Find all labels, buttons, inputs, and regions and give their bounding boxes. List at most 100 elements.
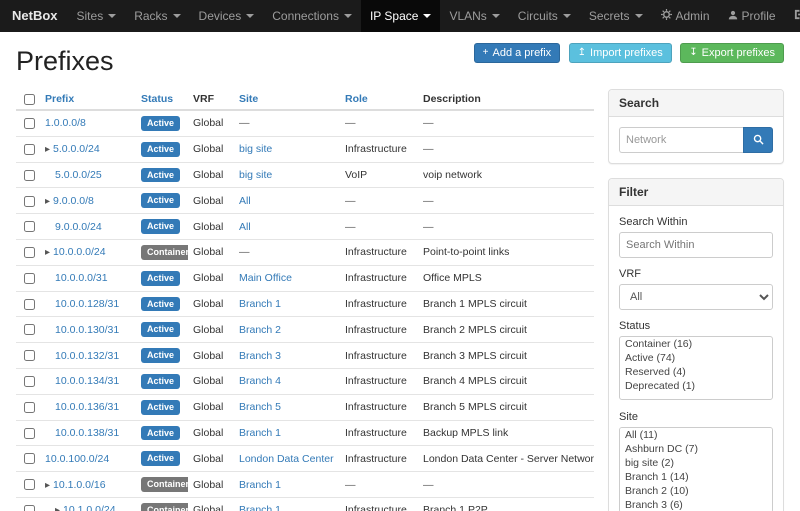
site-link[interactable]: London Data Center	[239, 453, 334, 465]
vrf-cell: Global	[188, 472, 234, 498]
prefix-link[interactable]: 1.0.0.0/8	[45, 117, 86, 129]
table-row: ▸10.0.0.0/24ContainerGlobal—Infrastructu…	[16, 239, 594, 265]
row-checkbox[interactable]	[24, 453, 35, 464]
chevron-down-icon	[635, 14, 643, 18]
search-input[interactable]	[619, 127, 743, 153]
prefix-link[interactable]: 10.1.0.0/16	[53, 479, 106, 491]
vrf-cell: Global	[188, 291, 234, 317]
status-badge: Active	[141, 374, 180, 389]
prefix-table-body: 1.0.0.0/8ActiveGlobal——— ▸5.0.0.0/24 Activ…	[16, 110, 594, 511]
site-link[interactable]: big site	[239, 143, 272, 155]
app-brand[interactable]: NetBox	[10, 0, 68, 32]
site-link[interactable]: Branch 5	[239, 401, 281, 413]
prefix-link[interactable]: 10.0.0.136/31	[55, 401, 119, 413]
site-link[interactable]: Branch 1	[239, 504, 281, 511]
nav-item-connections[interactable]: Connections	[263, 0, 361, 32]
nav-item-secrets[interactable]: Secrets	[580, 0, 652, 32]
chevron-down-icon	[108, 14, 116, 18]
profile-link[interactable]: Profile	[719, 0, 785, 32]
row-checkbox[interactable]	[24, 273, 35, 284]
site-link[interactable]: All	[239, 221, 251, 233]
navbar-menu: SitesRacksDevicesConnectionsIP SpaceVLAN…	[68, 0, 652, 32]
row-checkbox[interactable]	[24, 247, 35, 258]
nav-item-devices[interactable]: Devices	[190, 0, 264, 32]
prefix-link[interactable]: 5.0.0.0/24	[53, 143, 100, 155]
table-row: ▸10.1.0.0/16ContainerGlobalBranch 1——	[16, 472, 594, 498]
site-link[interactable]: Branch 2	[239, 324, 281, 336]
description-cell: voip network	[418, 162, 594, 188]
prefix-link[interactable]: 10.0.0.138/31	[55, 427, 119, 439]
site-link[interactable]: Main Office	[239, 272, 292, 284]
site-link[interactable]: Branch 1	[239, 427, 281, 439]
table-row: 1.0.0.0/8ActiveGlobal———	[16, 110, 594, 136]
row-checkbox[interactable]	[24, 118, 35, 129]
site-link[interactable]: Branch 4	[239, 375, 281, 387]
row-checkbox[interactable]	[24, 350, 35, 361]
filter-multiselect-site[interactable]: All (11)Ashburn DC (7)big site (2)Branch…	[619, 427, 773, 511]
prefix-link[interactable]: 10.0.0.128/31	[55, 298, 119, 310]
role-cell: VoIP	[340, 162, 418, 188]
description-cell: Point-to-point links	[418, 239, 594, 265]
vrf-cell: Global	[188, 394, 234, 420]
row-checkbox[interactable]	[24, 324, 35, 335]
prefix-link[interactable]: 10.1.0.0/24	[63, 504, 116, 511]
nav-item-sites[interactable]: Sites	[68, 0, 126, 32]
site-link[interactable]: Branch 1	[239, 479, 281, 491]
filter-select-vrf[interactable]: All	[619, 284, 773, 310]
role-cell: Infrastructure	[340, 317, 418, 343]
prefix-link[interactable]: 5.0.0.0/25	[55, 169, 102, 181]
row-checkbox[interactable]	[24, 479, 35, 490]
select-all-checkbox[interactable]	[24, 94, 35, 105]
site-link[interactable]: Branch 3	[239, 350, 281, 362]
prefix-link[interactable]: 10.0.0.134/31	[55, 375, 119, 387]
site-cell: Branch 1	[234, 472, 340, 498]
search-button[interactable]	[743, 127, 773, 153]
row-checkbox[interactable]	[24, 170, 35, 181]
site-link[interactable]: All	[239, 195, 251, 207]
status-badge: Active	[141, 348, 180, 363]
vrf-cell: Global	[188, 188, 234, 214]
filter-multiselect-status[interactable]: Container (16)Active (74)Reserved (4)Dep…	[619, 336, 773, 400]
nav-item-ip-space[interactable]: IP Space	[361, 0, 440, 32]
filter-input-search-within[interactable]	[619, 232, 773, 258]
site-link[interactable]: Branch 1	[239, 298, 281, 310]
nav-item-circuits[interactable]: Circuits	[509, 0, 580, 32]
export-prefixes-button[interactable]: ↧ Export prefixes	[680, 43, 784, 63]
prefix-link[interactable]: 10.0.0.130/31	[55, 324, 119, 336]
row-checkbox[interactable]	[24, 299, 35, 310]
prefix-link[interactable]: 10.0.0.0/31	[55, 272, 108, 284]
gear-icon	[661, 0, 672, 32]
prefix-link[interactable]: 10.0.0.132/31	[55, 350, 119, 362]
page-header: Prefixes + Add a prefix ↥ Import prefixe…	[16, 40, 784, 89]
import-prefixes-button[interactable]: ↥ Import prefixes	[569, 43, 672, 63]
nav-item-racks[interactable]: Racks	[125, 0, 189, 32]
column-header-status[interactable]: Status	[136, 89, 188, 110]
row-checkbox[interactable]	[24, 376, 35, 387]
action-buttons: + Add a prefix ↥ Import prefixes ↧ Expor…	[470, 42, 784, 63]
column-header-prefix[interactable]: Prefix	[40, 89, 136, 110]
site-cell: Branch 4	[234, 368, 340, 394]
prefix-link[interactable]: 10.0.100.0/24	[45, 453, 109, 465]
nav-item-vlans[interactable]: VLANs	[440, 0, 508, 32]
column-header-role[interactable]: Role	[340, 89, 418, 110]
row-checkbox[interactable]	[24, 428, 35, 439]
row-checkbox[interactable]	[24, 221, 35, 232]
filter-panel-title: Filter	[609, 179, 783, 206]
column-header-site[interactable]: Site	[234, 89, 340, 110]
prefix-link[interactable]: 9.0.0.0/24	[55, 221, 102, 233]
logout-link[interactable]: Log out	[785, 0, 800, 32]
row-checkbox[interactable]	[24, 144, 35, 155]
site-link[interactable]: big site	[239, 169, 272, 181]
expand-caret-icon: ▸	[45, 144, 50, 155]
prefix-link[interactable]: 9.0.0.0/8	[53, 195, 94, 207]
admin-link[interactable]: Admin	[652, 0, 719, 32]
vrf-cell: Global	[188, 162, 234, 188]
description-cell: Branch 5 MPLS circuit	[418, 394, 594, 420]
add-prefix-button[interactable]: + Add a prefix	[474, 43, 561, 63]
table-row: 10.0.0.130/31ActiveGlobalBranch 2Infrast…	[16, 317, 594, 343]
site-cell: Branch 5	[234, 394, 340, 420]
row-checkbox[interactable]	[24, 402, 35, 413]
row-checkbox[interactable]	[24, 505, 35, 511]
prefix-link[interactable]: 10.0.0.0/24	[53, 246, 106, 258]
row-checkbox[interactable]	[24, 196, 35, 207]
